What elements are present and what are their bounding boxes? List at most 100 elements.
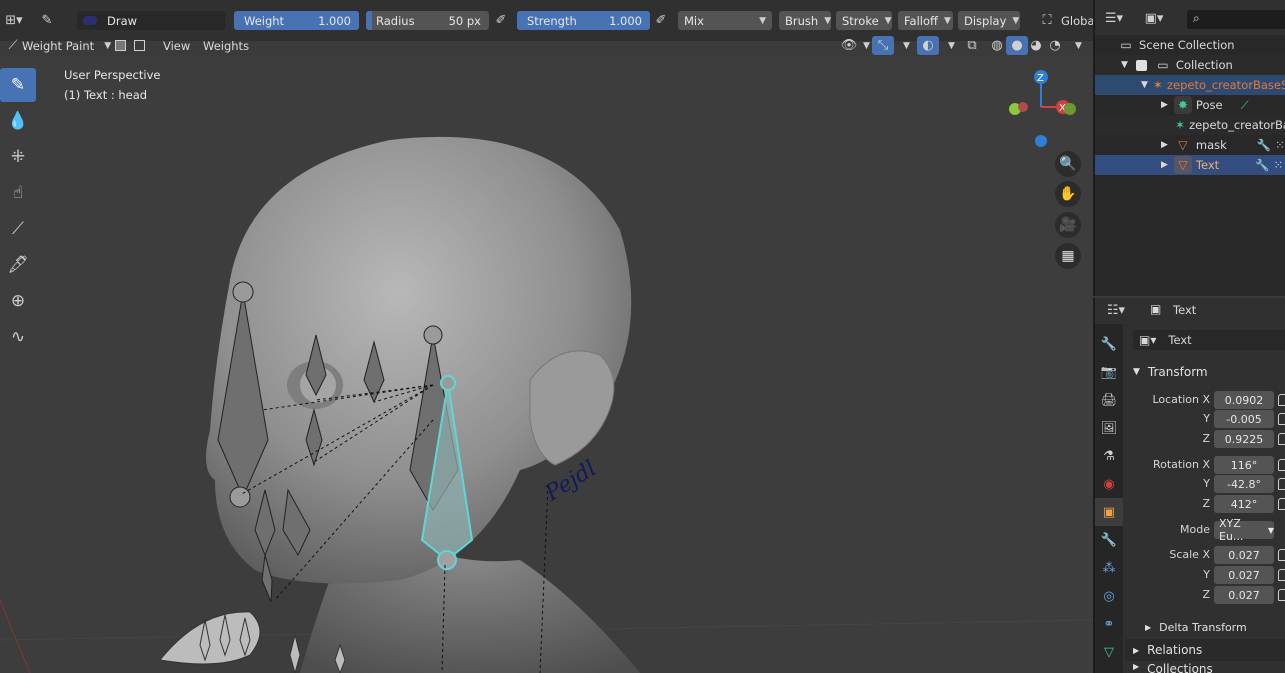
object-name-field[interactable]: ▣▾ Text: [1133, 330, 1285, 350]
smear-tool-icon[interactable]: ☝: [0, 176, 36, 210]
view-layer-tab-icon[interactable]: 🖼: [1095, 414, 1123, 442]
orientation-dropdown[interactable]: Globa: [1061, 11, 1095, 30]
radius-pressure-icon[interactable]: ✐: [490, 11, 512, 30]
expand-arrow-icon[interactable]: ▶: [1161, 160, 1168, 170]
rotation-x-field[interactable]: 116°: [1214, 456, 1274, 474]
weights-menu[interactable]: Weights: [203, 36, 249, 55]
annotate-tool-icon[interactable]: ⊕: [0, 284, 36, 318]
gradient-tool-icon[interactable]: ⟋: [0, 212, 36, 246]
object-tab-icon[interactable]: ▣: [1095, 498, 1123, 526]
outliner-search-input[interactable]: ⌕: [1187, 10, 1285, 29]
rotation-y-field[interactable]: -42.8°: [1214, 475, 1274, 493]
expand-arrow-icon[interactable]: ▶: [1161, 100, 1168, 110]
orientation-icon[interactable]: ⛶: [1036, 11, 1058, 30]
visibility-icon[interactable]: 👁: [838, 36, 860, 55]
strength-pressure-icon[interactable]: ✐: [650, 11, 672, 30]
brush-menu[interactable]: Brush ▼: [779, 11, 831, 30]
lock-icon[interactable]: [1278, 394, 1285, 406]
chevron-down-icon[interactable]: ▼: [903, 41, 910, 51]
stroke-menu[interactable]: Stroke ▼: [836, 11, 892, 30]
location-x-field[interactable]: 0.0902: [1214, 391, 1274, 409]
transform-section-header[interactable]: ▼ Transform: [1125, 361, 1285, 383]
chevron-down-icon[interactable]: ▼: [948, 41, 955, 51]
xray-icon[interactable]: ⧉: [961, 36, 983, 55]
view-menu[interactable]: View: [163, 36, 190, 55]
blur-tool-icon[interactable]: 💧: [0, 104, 36, 138]
collections-section[interactable]: ▶ Collections: [1125, 662, 1285, 673]
average-tool-icon[interactable]: ⁜: [0, 140, 36, 174]
relations-section[interactable]: ▶ Relations: [1125, 639, 1285, 661]
particles-tab-icon[interactable]: ⁂: [1095, 554, 1123, 582]
lock-icon[interactable]: [1278, 413, 1285, 425]
draw-tool-icon[interactable]: ✎: [0, 68, 36, 102]
rotation-mode-dropdown[interactable]: XYZ Eu... ▼: [1214, 517, 1274, 543]
sample-weight-icon[interactable]: 🖋: [0, 248, 36, 282]
strength-slider[interactable]: Strength 1.000: [517, 11, 650, 30]
lock-icon[interactable]: [1278, 498, 1285, 510]
chevron-down-icon[interactable]: ▼: [863, 41, 870, 51]
outliner-row-collection[interactable]: ▼ ▭ Collection: [1095, 55, 1285, 75]
stroke-menu-label: Stroke: [842, 13, 879, 28]
location-y-field[interactable]: -0.005: [1214, 410, 1274, 428]
scene-render[interactable]: Pejdl: [0, 57, 1093, 673]
scale-x-field[interactable]: 0.027: [1214, 546, 1274, 564]
outliner-row-armature[interactable]: ▼ ✶ zepeto_creatorBaseSe: [1095, 75, 1285, 95]
ortho-grid-icon[interactable]: ▦: [1055, 243, 1081, 269]
gizmo-toggle-icon[interactable]: ⤡: [872, 36, 894, 55]
scale-y-field[interactable]: 0.027: [1214, 566, 1274, 584]
expand-arrow-icon[interactable]: ▼: [1141, 80, 1148, 90]
mode-dropdown[interactable]: Weight Paint ▼: [22, 36, 111, 55]
zoom-icon[interactable]: 🔍: [1055, 151, 1081, 177]
constraints-tab-icon[interactable]: ⚭: [1095, 610, 1123, 638]
modifier-tab-icon[interactable]: 🔧: [1095, 526, 1123, 554]
lock-icon[interactable]: [1278, 569, 1285, 581]
outliner-row-pose[interactable]: ▶ ✸ Pose ⟋: [1095, 95, 1285, 115]
outliner-row-text[interactable]: ▶ ▽ Text 🔧 ⁙: [1095, 155, 1285, 175]
brush-selector[interactable]: Draw: [77, 11, 225, 30]
display-menu[interactable]: Display ▼: [958, 11, 1020, 30]
face-mask-icon[interactable]: [111, 36, 129, 55]
lock-icon[interactable]: [1278, 549, 1285, 561]
overlays-icon[interactable]: ◐: [917, 36, 939, 55]
editor-type-icon[interactable]: ⊞▾: [0, 11, 28, 30]
blend-mode-dropdown[interactable]: Mix ▼: [678, 11, 772, 30]
lock-icon[interactable]: [1278, 589, 1285, 601]
world-tab-icon[interactable]: ◉: [1095, 470, 1123, 498]
checkbox-icon[interactable]: [1135, 59, 1147, 71]
camera-view-icon[interactable]: 🎥: [1055, 212, 1081, 238]
outliner-row-armature-data[interactable]: ✶ zepeto_creatorBa: [1095, 115, 1285, 135]
expand-arrow-icon[interactable]: ▼: [1121, 60, 1128, 70]
weight-slider[interactable]: Weight 1.000: [234, 11, 359, 30]
annotate-line-icon[interactable]: ∿: [0, 320, 36, 354]
3d-viewport[interactable]: Pejdl User Perspective (1) Text: head ✎…: [0, 57, 1093, 673]
outliner-row-mask[interactable]: ▶ ▽ mask 🔧 ⁙: [1095, 135, 1285, 155]
scale-z-field[interactable]: 0.027: [1214, 586, 1274, 604]
rotation-z-field[interactable]: 412°: [1214, 495, 1274, 513]
falloff-menu[interactable]: Falloff ▼: [898, 11, 953, 30]
chevron-down-icon[interactable]: ▼: [1075, 41, 1082, 51]
rendered-shading-icon[interactable]: ◔: [1044, 36, 1066, 55]
output-tab-icon[interactable]: 🖨: [1095, 386, 1123, 414]
lock-icon[interactable]: [1278, 478, 1285, 490]
pan-hand-icon[interactable]: ✋: [1055, 181, 1081, 207]
data-tab-icon[interactable]: ▽: [1095, 638, 1123, 666]
lock-icon[interactable]: [1278, 459, 1285, 471]
axis-gizmo[interactable]: Z X: [1005, 67, 1085, 147]
scene-tab-icon[interactable]: ⚗: [1095, 442, 1123, 470]
wireframe-shading-icon[interactable]: ◍: [986, 36, 1008, 55]
lock-icon[interactable]: [1278, 433, 1285, 445]
radius-slider[interactable]: Radius 50 px: [366, 11, 489, 30]
delta-transform-section[interactable]: ▶ Delta Transform: [1125, 616, 1285, 638]
editor-type-icon[interactable]: ☷▾: [1105, 301, 1127, 320]
outliner-row-scene-collection[interactable]: ▭ Scene Collection: [1095, 35, 1285, 55]
physics-tab-icon[interactable]: ◎: [1095, 582, 1123, 610]
render-tab-icon[interactable]: 📷: [1095, 358, 1123, 386]
filter-icon[interactable]: ▣▾: [1143, 9, 1165, 28]
navigation-gizmo[interactable]: Z X: [1005, 67, 1085, 147]
vertex-mask-icon[interactable]: [130, 36, 148, 55]
tool-tab-icon[interactable]: 🔧: [1095, 330, 1123, 358]
brush-tool-icon[interactable]: ✎: [36, 11, 58, 30]
expand-arrow-icon[interactable]: ▶: [1161, 140, 1168, 150]
display-mode-icon[interactable]: ☰▾: [1103, 9, 1125, 28]
location-z-field[interactable]: 0.9225: [1214, 430, 1274, 448]
